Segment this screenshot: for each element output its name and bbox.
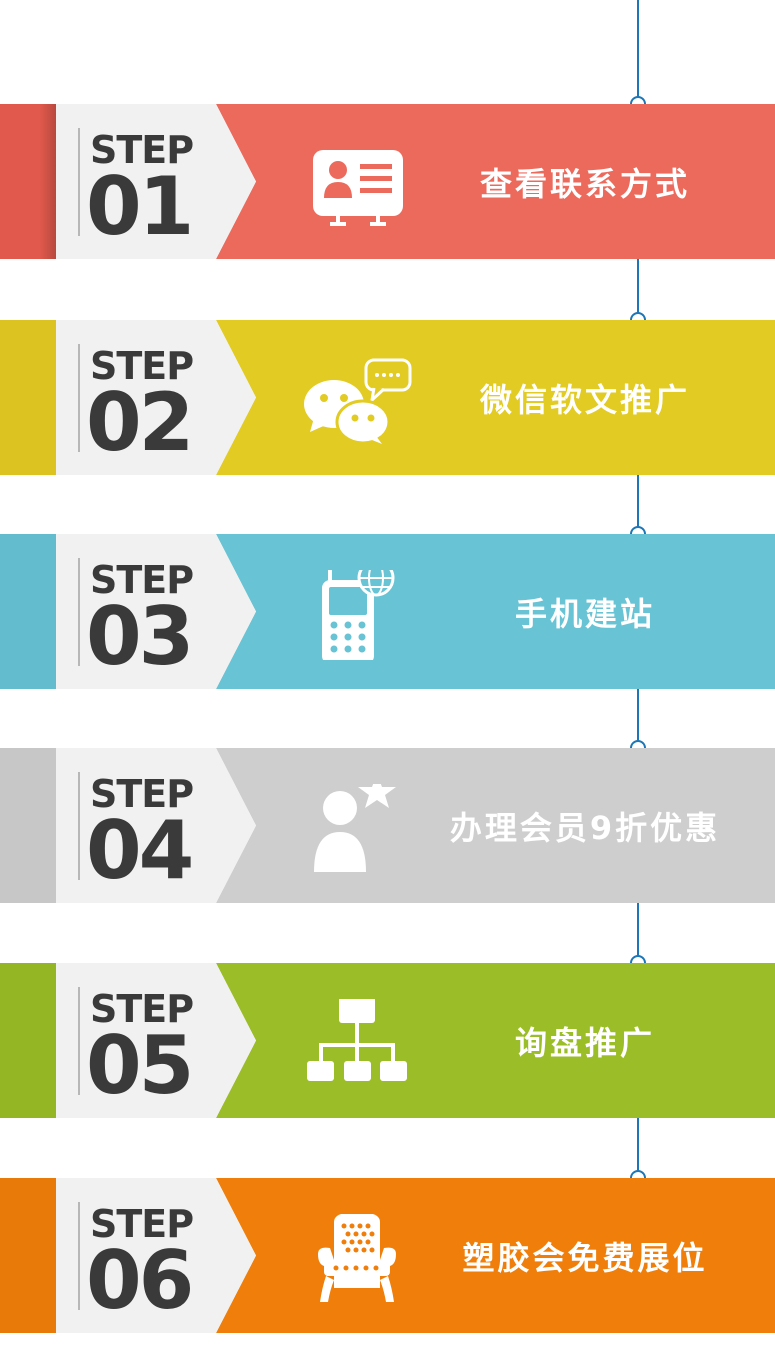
- timeline-connector: [637, 0, 639, 104]
- step-number: 05: [86, 1019, 194, 1112]
- band-shadow: [40, 104, 56, 259]
- step-band-01[interactable]: STEP 01 查看联系方式: [0, 104, 775, 259]
- step-title: 查看联系方式: [479, 164, 690, 203]
- band-accent: [0, 748, 56, 903]
- step-title: 办理会员9折优惠: [449, 808, 721, 847]
- contact-card-icon: [300, 140, 415, 230]
- step-band-06[interactable]: STEP 06 塑胶会免费展位: [0, 1178, 775, 1333]
- timeline-connector: [637, 688, 639, 748]
- step-divider: [78, 987, 80, 1095]
- step-number: 03: [86, 590, 194, 683]
- timeline-knob: [630, 955, 646, 963]
- step-band-03[interactable]: STEP 03 手机建站: [0, 534, 775, 689]
- step-number: 02: [86, 376, 194, 469]
- step-divider: [78, 128, 80, 236]
- step-number: 01: [86, 160, 194, 253]
- step-title: 手机建站: [514, 594, 655, 633]
- timeline-connector: [637, 1118, 639, 1178]
- timeline-knob: [630, 96, 646, 104]
- sitemap-icon: [300, 997, 415, 1089]
- wechat-icon: [300, 356, 415, 446]
- step-divider: [78, 558, 80, 666]
- timeline-knob: [630, 740, 646, 748]
- step-divider: [78, 1202, 80, 1310]
- timeline-knob: [630, 312, 646, 320]
- throne-chair-icon: [300, 1203, 415, 1304]
- timeline-connector: [637, 474, 639, 534]
- step-band-05[interactable]: STEP 05 询盘推广: [0, 963, 775, 1118]
- mobile-globe-icon: [300, 559, 415, 664]
- step-divider: [78, 772, 80, 880]
- step-title: 询盘推广: [514, 1023, 655, 1062]
- timeline-knob: [630, 526, 646, 534]
- step-title: 微信软文推广: [479, 380, 690, 419]
- member-star-icon: [300, 774, 415, 874]
- band-accent: [0, 534, 56, 689]
- step-number: 06: [86, 1234, 194, 1327]
- timeline-connector: [637, 259, 639, 320]
- band-accent: [0, 320, 56, 475]
- band-accent: [0, 1178, 56, 1333]
- timeline-knob: [630, 1170, 646, 1178]
- step-number: 04: [86, 804, 194, 897]
- step-band-04[interactable]: STEP 04 办理会员9折优惠: [0, 748, 775, 903]
- timeline-connector: [637, 903, 639, 963]
- band-accent: [0, 963, 56, 1118]
- step-band-02[interactable]: STEP 02 微信软文推广: [0, 320, 775, 475]
- step-title: 塑胶会免费展位: [462, 1238, 708, 1277]
- step-divider: [78, 344, 80, 452]
